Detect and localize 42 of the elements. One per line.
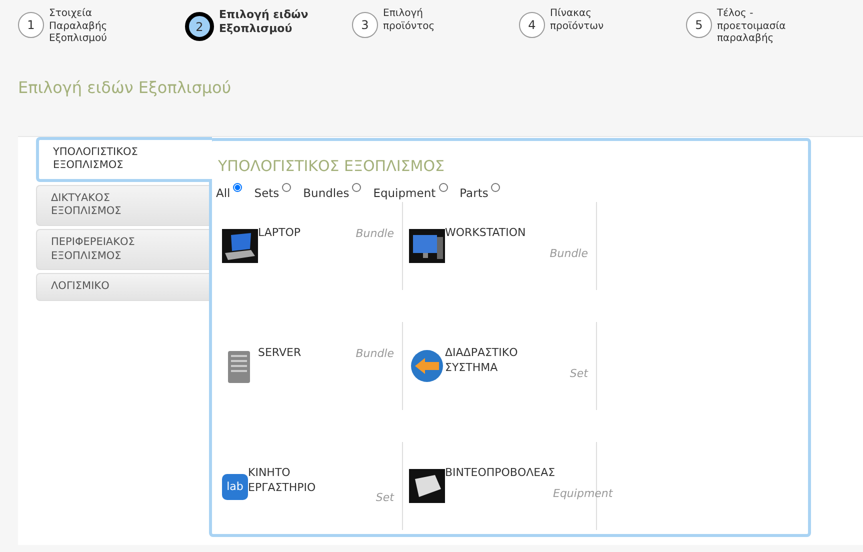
step-number[interactable]: 5 [686, 12, 712, 38]
product-type: Set [570, 366, 588, 382]
monitor-icon [409, 229, 445, 264]
filter-label: Parts [460, 185, 488, 202]
page-title: Επιλογή ειδών Εξοπλισμού [18, 76, 232, 98]
step-label: Τέλος - προετοιμασία παραλαβής [717, 8, 787, 46]
step-label: Πίνακας προϊόντων [550, 8, 605, 33]
filter-radio[interactable] [438, 183, 448, 192]
product-name[interactable]: SERVER [258, 346, 302, 361]
step-number[interactable]: 1 [18, 12, 44, 38]
step-number[interactable]: 4 [519, 12, 545, 38]
panel-title: ΥΠΟΛΟΓΙΣΤΙΚΟΣ ΕΞΟΠΛΙΣΜΟΣ [218, 156, 446, 176]
category-tab[interactable]: ΔΙΚΤΥΑΚΟΣ ΕΞΟΠΛΙΣΜΟΣ [36, 184, 209, 226]
product-name[interactable]: LAPTOP [258, 226, 301, 241]
lab-icon: lab [222, 474, 248, 500]
product-type: Bundle [550, 246, 588, 262]
step-label: Στοιχεία Παραλαβής Εξοπλισμού [49, 8, 108, 46]
product-name[interactable]: ΒΙΝΤΕΟΠΡΟΒΟΛΕΑΣ [445, 466, 553, 481]
category-tab[interactable]: ΥΠΟΛΟΓΙΣΤΙΚΟΣ ΕΞΟΠΛΙΣΜΟΣ [36, 136, 212, 182]
category-tab[interactable]: ΠΕΡΙΦΕΡΕΙΑΚΟΣ ΕΞΟΠΛΙΣΜΟΣ [36, 229, 209, 270]
filter-radio[interactable] [491, 183, 500, 192]
filter-label: Bundles [303, 185, 350, 202]
product-name[interactable]: WORKSTATION [445, 226, 526, 241]
product-type: Equipment [553, 486, 613, 502]
projector-icon [409, 469, 445, 504]
filter-radio[interactable] [233, 183, 242, 192]
filter-radio[interactable] [282, 183, 292, 192]
product-type: Set [376, 490, 394, 506]
step-number[interactable]: 3 [352, 12, 378, 38]
product-type: Bundle [356, 226, 394, 242]
product-type: Bundle [356, 346, 394, 362]
step-label: Επιλογή προϊόντος [383, 8, 436, 33]
laptop-icon [222, 229, 258, 264]
filter-label: All [216, 185, 230, 202]
product-name[interactable]: ΚΙΝΗΤΟ ΕΡΓΑΣΤΗΡΙΟ [248, 466, 356, 495]
filter-label: Equipment [373, 185, 436, 202]
filter-radio[interactable] [352, 183, 362, 192]
category-tab[interactable]: ΛΟΓΙΣΜΙΚΟ [36, 273, 209, 301]
product-name[interactable]: ΔΙΑΔΡΑΣΤΙΚΟ ΣΥΣΤΗΜΑ [445, 346, 553, 375]
step-number[interactable]: 2 [185, 12, 214, 41]
step-label: Επιλογή ειδών Εξοπλισμού [219, 8, 310, 36]
filter-label: Sets [254, 185, 280, 202]
